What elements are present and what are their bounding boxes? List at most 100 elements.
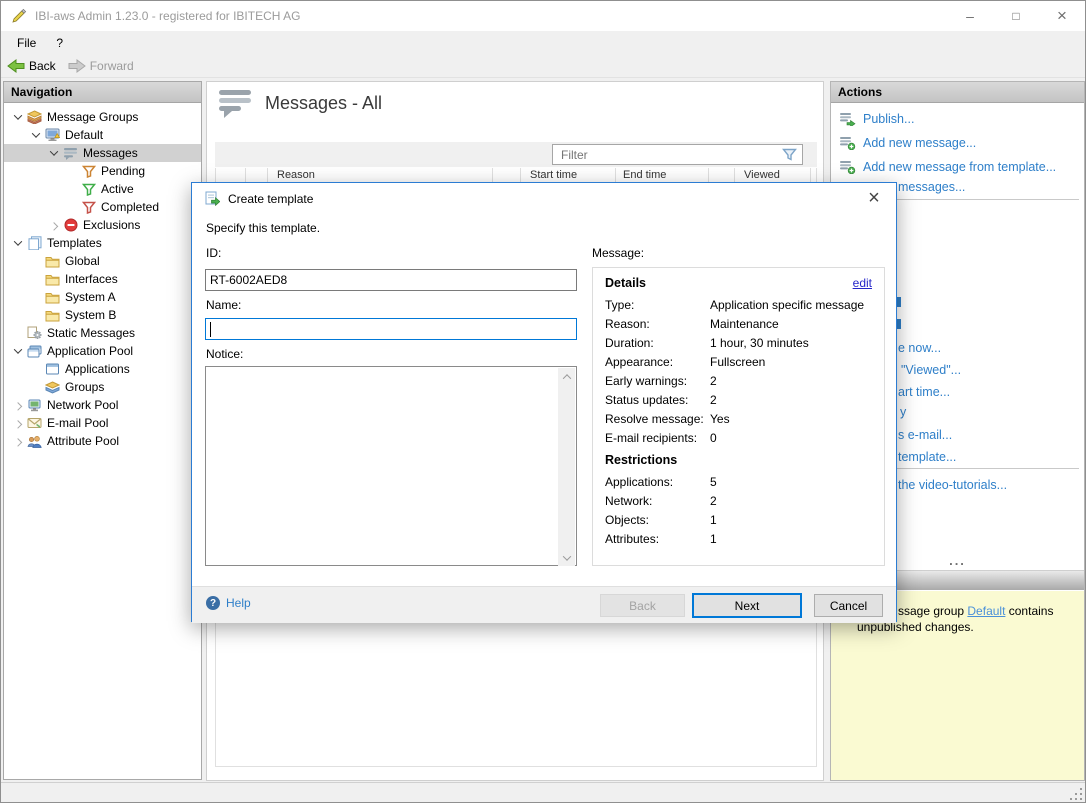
funnel-completed-icon (80, 200, 97, 215)
tree-item-system-a[interactable]: System A (4, 288, 201, 306)
tree-item-groups[interactable]: Groups (4, 378, 201, 396)
dialog-title: Create template (228, 192, 313, 206)
tree-item-templates[interactable]: Templates (4, 234, 201, 252)
filter-box[interactable] (552, 144, 803, 165)
chevron-right-icon[interactable] (10, 397, 26, 413)
tree-item-system-b[interactable]: System B (4, 306, 201, 324)
action-publish[interactable]: Publish... (831, 107, 1084, 131)
tree-item-applications[interactable]: Applications (4, 360, 201, 378)
tree-item-pending[interactable]: Pending (4, 162, 201, 180)
action-link-fragment[interactable]: template... (898, 450, 956, 464)
tree-item-interfaces[interactable]: Interfaces (4, 270, 201, 288)
tree-item-attribute-pool[interactable]: Attribute Pool (4, 432, 201, 450)
tree-item-default[interactable]: Default (4, 126, 201, 144)
menu-bar: File ? (1, 31, 1085, 54)
action-link-fragment[interactable]: art time... (898, 385, 950, 399)
default-group-link[interactable]: Default (967, 604, 1005, 618)
occluded-link-sliver[interactable] (897, 297, 901, 307)
tree-item-completed[interactable]: Completed (4, 198, 201, 216)
close-button[interactable]: × (1039, 1, 1085, 31)
detail-row: Resolve message:Yes (605, 412, 872, 426)
funnel-active-icon (80, 182, 97, 197)
help-link[interactable]: ? Help (206, 596, 251, 610)
back-dialog-button[interactable]: Back (600, 594, 685, 617)
chevron-right-icon[interactable] (10, 415, 26, 431)
menu-help[interactable]: ? (46, 33, 73, 53)
occluded-link-sliver[interactable] (897, 319, 901, 329)
id-field[interactable] (205, 269, 577, 291)
tree-item-label: Default (65, 128, 103, 142)
navigation-tree: Message Groups Default Messages Pending (4, 103, 201, 450)
tree-item-label: Groups (65, 380, 104, 394)
chevron-down-icon[interactable] (10, 109, 26, 125)
id-label: ID: (206, 246, 221, 260)
scrollbar[interactable] (558, 368, 575, 566)
chevron-right-icon[interactable] (46, 217, 62, 233)
dialog-close-icon[interactable]: × (862, 187, 886, 209)
folder-icon (44, 308, 61, 323)
tree-item-messages[interactable]: Messages (4, 144, 201, 162)
tree-item-message-groups[interactable]: Message Groups (4, 108, 201, 126)
name-field[interactable] (205, 318, 577, 340)
filter-funnel-icon[interactable] (782, 148, 797, 161)
navigation-panel: Navigation Message Groups Default Messag… (3, 81, 202, 780)
navigation-header: Navigation (4, 82, 201, 103)
action-add-message-from-template[interactable]: Add new message from template... (831, 155, 1084, 179)
chevron-down-icon[interactable] (10, 235, 26, 251)
create-template-dialog: Create template × Specify this template.… (191, 182, 897, 622)
action-add-new-message[interactable]: Add new message... (831, 131, 1084, 155)
tree-item-network-pool[interactable]: Network Pool (4, 396, 201, 414)
tree-item-application-pool[interactable]: Application Pool (4, 342, 201, 360)
menu-file[interactable]: File (7, 33, 46, 53)
chevron-right-icon[interactable] (10, 433, 26, 449)
filter-input[interactable] (553, 148, 782, 162)
exclusions-icon (62, 218, 79, 233)
email-pool-icon (26, 416, 43, 431)
actions-header: Actions (831, 82, 1084, 103)
add-message-icon (839, 136, 856, 150)
minimize-button[interactable]: – (947, 1, 993, 31)
tree-item-label: Message Groups (47, 110, 138, 124)
action-link-fragment[interactable]: the video-tutorials... (898, 478, 1007, 492)
title-bar: IBI-aws Admin 1.23.0 - registered for IB… (1, 1, 1085, 31)
detail-row: Status updates:2 (605, 393, 872, 407)
tree-item-label: Static Messages (47, 326, 135, 340)
action-link-fragment[interactable]: s e-mail... (898, 428, 952, 442)
cancel-button[interactable]: Cancel (814, 594, 883, 617)
restriction-row: Objects:1 (605, 513, 872, 527)
next-button[interactable]: Next (692, 593, 802, 618)
tree-item-email-pool[interactable]: E-mail Pool (4, 414, 201, 432)
chevron-down-icon[interactable] (46, 145, 62, 161)
back-button[interactable]: Back (1, 57, 62, 75)
scroll-up-icon[interactable] (558, 368, 575, 385)
details-heading: Details (605, 276, 646, 290)
action-link-fragment[interactable]: e now... (898, 341, 941, 355)
filter-strip (215, 142, 817, 167)
tree-item-static-messages[interactable]: Static Messages (4, 324, 201, 342)
templates-icon (26, 236, 43, 251)
edit-link[interactable]: edit (853, 276, 872, 290)
action-link-fragment[interactable]: messages... (898, 180, 965, 194)
restriction-row: Network:2 (605, 494, 872, 508)
detail-row: Reason:Maintenance (605, 317, 872, 331)
applications-icon (44, 362, 61, 377)
chevron-down-icon[interactable] (10, 343, 26, 359)
maximize-button[interactable]: □ (993, 1, 1039, 31)
create-template-icon (204, 191, 220, 206)
nav-toolbar: Back Forward (1, 54, 1085, 78)
detail-row: Duration:1 hour, 30 minutes (605, 336, 872, 350)
tree-item-active[interactable]: Active (4, 180, 201, 198)
tree-item-global[interactable]: Global (4, 252, 201, 270)
scroll-down-icon[interactable] (558, 549, 575, 566)
notice-field[interactable] (205, 366, 577, 566)
tree-item-label: Active (101, 182, 134, 196)
restrictions-heading: Restrictions (605, 453, 872, 467)
tree-item-exclusions[interactable]: Exclusions (4, 216, 201, 234)
action-link-fragment[interactable]: y (900, 405, 906, 419)
resize-grip-icon[interactable] (1070, 788, 1082, 800)
forward-button[interactable]: Forward (62, 57, 140, 75)
status-bar (1, 782, 1085, 803)
action-link-fragment[interactable]: "Viewed"... (901, 363, 961, 377)
chevron-down-icon[interactable] (28, 127, 44, 143)
tree-item-label: System B (65, 308, 116, 322)
